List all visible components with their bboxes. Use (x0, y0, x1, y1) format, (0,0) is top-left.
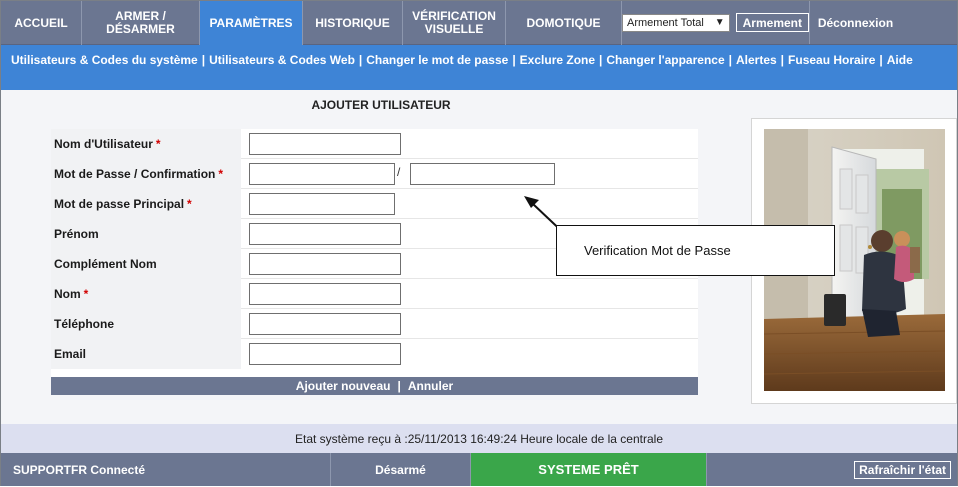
callout-text: Verification Mot de Passe (584, 243, 731, 258)
username-label-text: Nom d'Utilisateur (54, 137, 153, 151)
nav-parametres[interactable]: PARAMÈTRES (200, 1, 303, 45)
master-password-label-text: Mot de passe Principal (54, 197, 185, 211)
last-name-label-text: Nom (54, 287, 81, 301)
arm-state: Désarmé (331, 453, 471, 486)
subnav-system-users[interactable]: Utilisateurs & Codes du système (11, 53, 198, 67)
confirm-separator: / (397, 165, 401, 179)
subnav-separator: | (879, 53, 883, 67)
subnav-help[interactable]: Aide (887, 53, 913, 67)
password-label: Mot de Passe / Confirmation * (51, 159, 241, 189)
nav-deconnexion[interactable]: Déconnexion (810, 1, 901, 45)
form-title: AJOUTER UTILISATEUR (311, 98, 451, 112)
subnav-separator: | (201, 53, 206, 67)
refresh-status-button[interactable]: Rafraîchir l'état (854, 460, 951, 479)
first-name-input[interactable] (249, 223, 401, 245)
password-confirm-input[interactable] (410, 163, 555, 185)
form-row-password: Mot de Passe / Confirmation * / (51, 159, 698, 189)
subnav-timezone[interactable]: Fuseau Horaire (788, 53, 875, 67)
chevron-down-icon: ▼ (714, 17, 725, 28)
arm-mode-select[interactable]: Armement Total ▼ (622, 13, 730, 32)
master-password-input[interactable] (249, 193, 395, 215)
username-input[interactable] (249, 133, 401, 155)
subnav-alerts[interactable]: Alertes (736, 53, 777, 67)
password-label-text: Mot de Passe / Confirmation (54, 167, 216, 181)
username-label: Nom d'Utilisateur * (51, 129, 241, 159)
email-label: Email (51, 339, 241, 369)
cancel-button[interactable]: Annuler (408, 379, 453, 393)
refresh-area: Rafraîchir l'état (707, 453, 957, 486)
subnav-change-appearance[interactable]: Changer l'apparence (606, 53, 724, 67)
subnav-separator: | (512, 53, 516, 67)
password-verification-callout: Verification Mot de Passe (556, 225, 835, 276)
subnav-change-password[interactable]: Changer le mot de passe (366, 53, 508, 67)
nav-domotique[interactable]: DOMOTIQUE (506, 1, 622, 45)
nav-armer-line2: DÉSARMER (106, 22, 175, 36)
app-window: ACCUEIL ARMER / DÉSARMER PARAMÈTRES HIST… (0, 0, 958, 486)
arm-mode-value: Armement Total (627, 16, 704, 29)
first-name-label: Prénom (51, 219, 241, 249)
form-row-last-name: Nom * (51, 279, 698, 309)
email-input[interactable] (249, 343, 401, 365)
form-row-master-password: Mot de passe Principal * (51, 189, 698, 219)
form-row-email: Email (51, 339, 698, 369)
add-new-button[interactable]: Ajouter nouveau (296, 379, 391, 393)
form-row-username: Nom d'Utilisateur * (51, 129, 698, 159)
subnav-separator: | (780, 53, 785, 67)
top-navigation: ACCUEIL ARMER / DÉSARMER PARAMÈTRES HIST… (1, 1, 957, 45)
subnav-web-users[interactable]: Utilisateurs & Codes Web (209, 53, 355, 67)
arm-button[interactable]: Armement (735, 13, 809, 32)
nav-accueil[interactable]: ACCUEIL (1, 1, 82, 45)
subnav-separator: | (358, 53, 363, 67)
master-password-label: Mot de passe Principal * (51, 189, 241, 219)
form-row-phone: Téléphone (51, 309, 698, 339)
form-actions-bar: Ajouter nouveau | Annuler (51, 377, 698, 395)
nav-verif-line2: VISUELLE (424, 22, 484, 36)
connected-user: SUPPORTFR Connecté (1, 453, 331, 486)
password-input[interactable] (249, 163, 395, 185)
action-separator: | (397, 379, 401, 393)
name-complement-input[interactable] (249, 253, 401, 275)
arm-mode-area: Armement Total ▼ Armement (622, 1, 810, 44)
subnav-separator: | (599, 53, 603, 67)
required-mark: * (83, 287, 89, 301)
nav-armer-desarmer[interactable]: ARMER / DÉSARMER (82, 1, 200, 45)
phone-label: Téléphone (51, 309, 241, 339)
required-mark: * (218, 167, 224, 181)
settings-subnav: Utilisateurs & Codes du système | Utilisat… (1, 45, 957, 90)
last-name-label: Nom * (51, 279, 241, 309)
subnav-separator: | (728, 53, 732, 67)
system-status-line: Etat système reçu à :25/11/2013 16:49:24… (1, 424, 957, 453)
last-name-input[interactable] (249, 283, 401, 305)
status-footer: SUPPORTFR Connecté Désarmé SYSTEME PRÊT … (1, 453, 957, 486)
phone-input[interactable] (249, 313, 401, 335)
required-mark: * (155, 137, 161, 151)
system-ready-badge: SYSTEME PRÊT (471, 453, 707, 486)
required-mark: * (187, 197, 192, 211)
subnav-exclude-zone[interactable]: Exclure Zone (520, 53, 595, 67)
nav-historique[interactable]: HISTORIQUE (303, 1, 403, 45)
name-complement-label: Complément Nom (51, 249, 241, 279)
nav-verification-visuelle[interactable]: VÉRIFICATION VISUELLE (403, 1, 506, 45)
status-received-text: Etat système reçu à :25/11/2013 16:49:24… (294, 431, 663, 446)
